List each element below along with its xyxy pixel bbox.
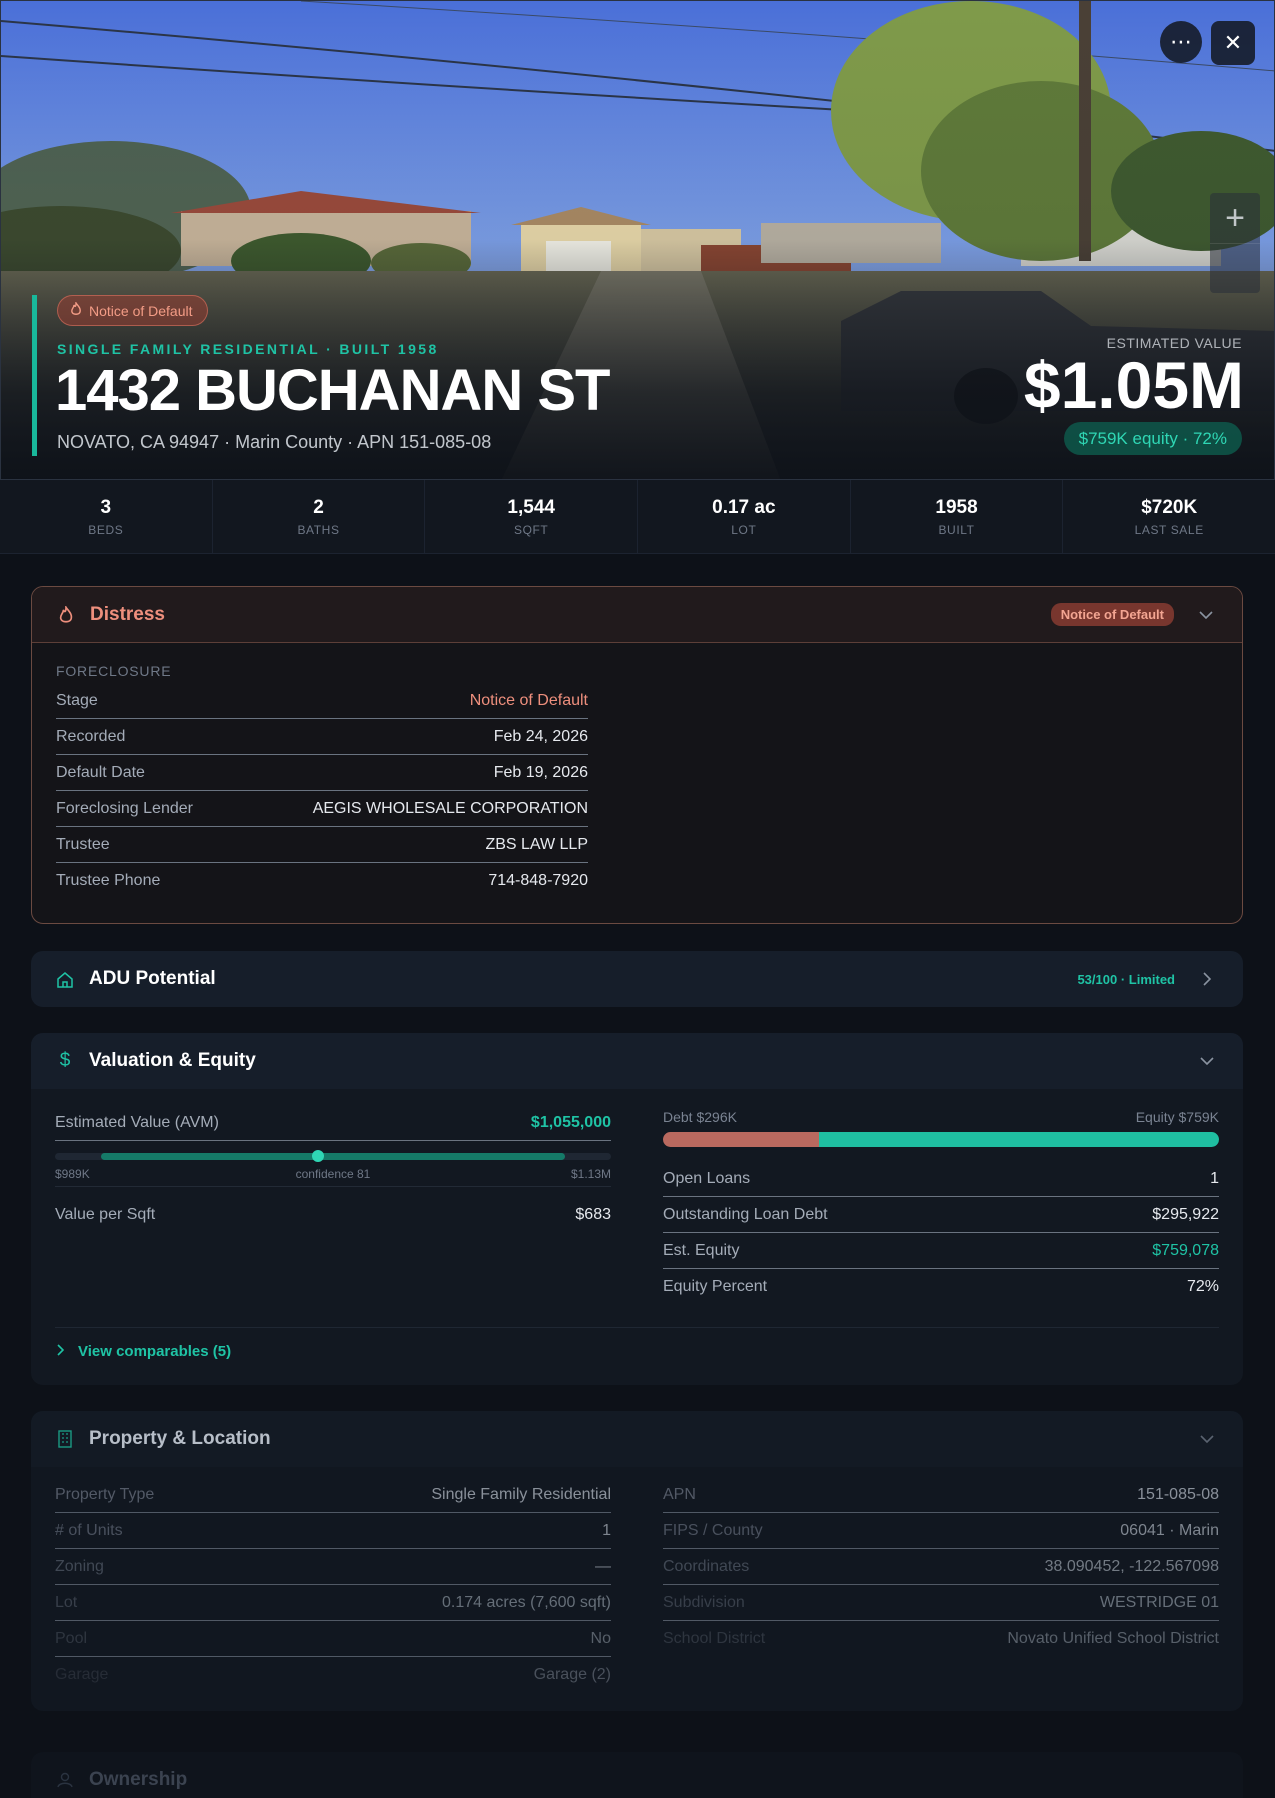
property-left-column: Property Type Single Family Residential #… [55,1477,611,1693]
adu-title: ADU Potential [89,968,216,989]
ownership-title: Ownership [89,1769,188,1790]
view-comparables-link[interactable]: View comparables (5) [57,1343,231,1360]
stat-built: 1958 BUILT [851,480,1064,553]
row-apn: APN 151-085-08 [663,1477,1219,1513]
row-open-loans: Open Loans 1 [663,1161,1219,1197]
range-high: $1.13M [570,1167,611,1181]
person-icon [55,1772,75,1788]
adu-score: 53/100 · Limited [1077,971,1175,987]
row-subdivision: Subdivision WESTRIDGE 01 [663,1585,1219,1621]
row-trustee: Trustee ZBS LAW LLP [56,827,588,863]
more-options-button[interactable]: ⋯ [1160,21,1202,63]
distress-status-badge: Notice of Default [1050,603,1174,626]
dollar-icon: $ [59,1050,71,1071]
row-foreclosing-lender: Foreclosing Lender AEGIS WHOLESALE CORPOR… [56,791,588,827]
row-stage: Stage Notice of Default [56,683,588,719]
row-trustee-phone: Trustee Phone 714-848-7920 [56,872,588,889]
row-value-per-sqft: Value per Sqft $683 [55,1206,611,1223]
row-units: # of Units 1 [55,1513,611,1549]
chevron-down-icon[interactable] [1195,1427,1219,1451]
zoom-in-button[interactable]: + [1210,193,1260,243]
debt-segment [663,1132,819,1147]
row-school-district: School District Novato Unified School Dis… [663,1630,1219,1647]
property-location-card: Property & Location Property Type Single … [31,1411,1243,1711]
property-header[interactable]: Property & Location [31,1411,1243,1467]
property-stats-bar: 3 BEDS 2 BATHS 1,544 SQFT 0.17 ac LOT 1958 BU… [0,480,1275,554]
home-icon [55,971,75,988]
row-fips-county: FIPS / County 06041 · Marin [663,1513,1219,1549]
chevron-down-icon[interactable] [1194,603,1218,627]
badge-label: Notice of Default [89,302,193,319]
row-equity-percent: Equity Percent 72% [663,1278,1219,1295]
adu-header[interactable]: ADU Potential 53/100 · Limited [31,951,1243,1007]
stat-beds: 3 BEDS [0,480,213,553]
stat-last-sale: $720K LAST SALE [1134,496,1204,537]
equity-badge: $759K equity · 72% [1063,422,1242,455]
chevron-right-icon[interactable] [1195,967,1219,991]
notice-of-default-badge: Notice of Default [57,295,208,326]
avm-range-bar [101,1153,565,1160]
building-icon [55,1430,75,1448]
avm-section: Estimated Value (AVM) $1,055,000 $989K c… [55,1105,611,1233]
row-pool: Pool No [55,1621,611,1657]
zoom-out-button[interactable] [1210,243,1260,293]
row-avm: Estimated Value (AVM) $1,055,000 [55,1105,611,1141]
distress-title: Distress [90,603,165,625]
estimated-value: $1.05M [1023,348,1244,422]
stat-lot: 0.17 ac LOT [638,480,851,553]
hero-photo: ⋯ ✕ + Notice of Default SINGLE FAMILY RE… [0,0,1275,480]
row-outstanding-debt: Outstanding Loan Debt $295,922 [663,1197,1219,1233]
map-zoom-control: + [1210,193,1260,293]
row-recorded: Recorded Feb 24, 2026 [56,719,588,755]
property-address-title: 1432 BUCHANAN ST [55,358,610,423]
equity-segment [818,1132,1219,1147]
row-lot: Lot 0.174 acres (7,600 sqft) [55,1585,611,1621]
foreclosure-label: FORECLOSURE [56,663,172,679]
distress-header[interactable]: Distress Notice of Default [32,587,1242,643]
avm-range: $989K confidence 81 $1.13M [55,1141,611,1187]
foreclosure-section: FORECLOSURE Stage Notice of Default Recor… [32,643,612,899]
equity-label: Equity $759K [1135,1109,1219,1125]
row-coordinates: Coordinates 38.090452, -122.567098 [663,1549,1219,1585]
property-title: Property & Location [89,1428,271,1449]
valuation-header[interactable]: $ Valuation & Equity [31,1033,1243,1089]
equity-section: Debt $296K Equity $759K Open Loans 1 Outs… [663,1109,1219,1305]
property-right-column: APN 151-085-08 FIPS / County 06041 · Marin… [663,1477,1219,1657]
confidence-label: confidence 81 [295,1167,371,1181]
property-location: NOVATO, CA 94947 · Marin County · APN 15… [57,432,492,452]
row-est-equity: Est. Equity $759,078 [663,1233,1219,1269]
row-default-date: Default Date Feb 19, 2026 [56,755,588,791]
close-button[interactable]: ✕ [1211,21,1255,65]
row-zoning: Zoning — [55,1549,611,1585]
debt-label: Debt $296K [663,1109,737,1125]
row-property-type: Property Type Single Family Residential [55,1477,611,1513]
adu-potential-card[interactable]: ADU Potential 53/100 · Limited [31,951,1243,1007]
chevron-down-icon[interactable] [1195,1049,1219,1073]
valuation-title: Valuation & Equity [89,1050,256,1071]
ellipsis-icon: ⋯ [1170,29,1192,54]
stat-sqft: 1,544 SQFT [425,480,639,553]
avm-marker [312,1150,325,1162]
valuation-equity-card: $ Valuation & Equity Estimated Value (AV… [31,1033,1243,1385]
row-garage: Garage Garage (2) [55,1666,611,1683]
stat-baths: 2 BATHS [213,480,426,553]
debt-equity-bar [663,1132,1219,1147]
flame-icon [56,605,76,624]
property-subtitle: SINGLE FAMILY RESIDENTIAL · BUILT 1958 [57,341,439,357]
chevron-right-icon [57,1343,65,1360]
accent-bar [32,295,37,456]
ownership-card[interactable]: Ownership [31,1752,1243,1798]
flame-icon [70,300,82,319]
ownership-header[interactable]: Ownership [31,1752,1243,1798]
close-icon: ✕ [1223,30,1243,55]
distress-card: Distress Notice of Default FORECLOSURE S… [31,586,1243,924]
